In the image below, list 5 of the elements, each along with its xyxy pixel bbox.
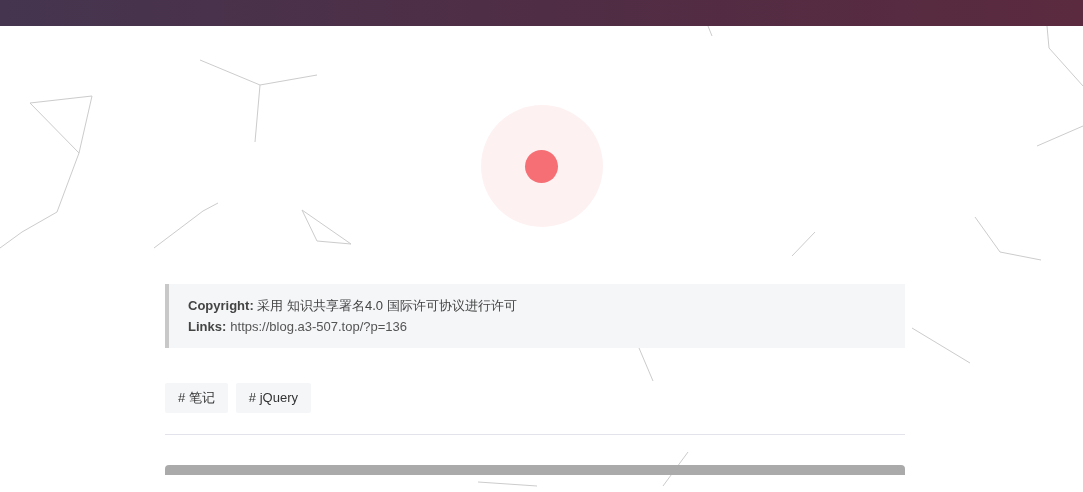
tag-link[interactable]: # jQuery (235, 383, 311, 413)
links-label: Links: (188, 318, 227, 336)
copyright-text: Copyright: 采用 知识共享署名4.0 国际许可协议进行许可 (188, 298, 517, 313)
tag-link[interactable]: # 笔记 (165, 383, 228, 413)
post-link[interactable]: https://blog.a3-507.top/?p=136 (230, 316, 408, 337)
